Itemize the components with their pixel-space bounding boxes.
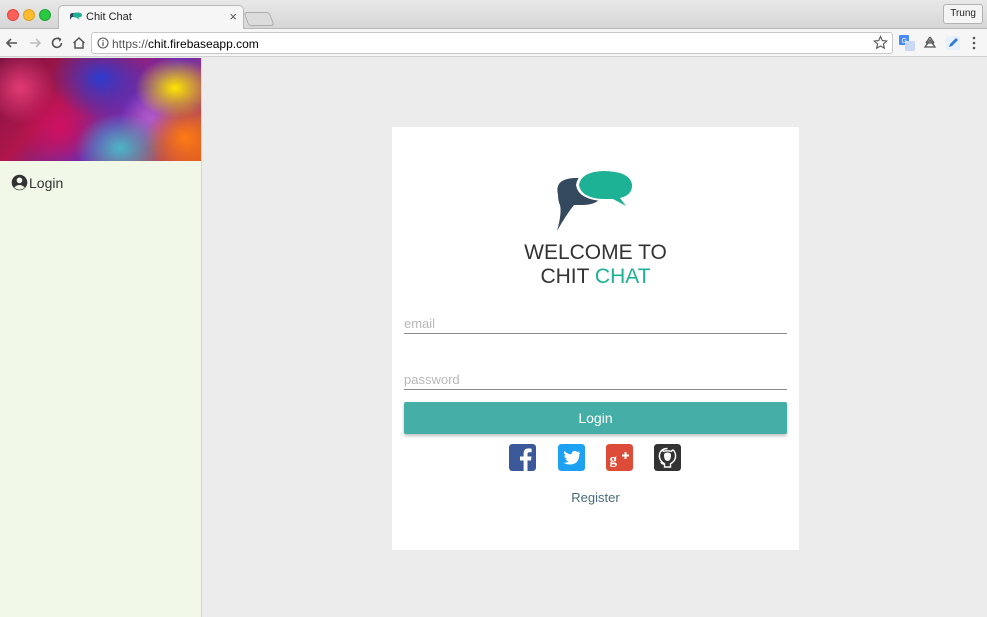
welcome-heading: WELCOME TO: [524, 241, 667, 264]
google-plus-icon[interactable]: g: [606, 444, 633, 471]
window-minimize-button[interactable]: [23, 9, 35, 21]
window-maximize-button[interactable]: [39, 9, 51, 21]
chat-bubble-logo-icon: [557, 169, 635, 231]
address-bar[interactable]: https://chit.firebaseapp.com: [91, 32, 893, 54]
sidebar-login-label: Login: [29, 175, 64, 191]
tab-close-icon[interactable]: ×: [229, 9, 237, 24]
profile-button[interactable]: Trung: [943, 4, 983, 24]
svg-text:g: g: [610, 452, 618, 468]
password-field[interactable]: [404, 370, 787, 390]
register-link[interactable]: Register: [392, 490, 799, 505]
new-tab-button[interactable]: [243, 12, 275, 26]
chat-favicon-icon: [70, 12, 82, 20]
translate-extension-icon[interactable]: G: [899, 35, 915, 51]
recycle-extension-icon[interactable]: [922, 35, 938, 51]
app-name-heading: CHIT CHAT: [392, 265, 799, 289]
account-circle-icon: [11, 174, 28, 191]
svg-text:G: G: [902, 38, 907, 45]
browser-tab[interactable]: Chit Chat ×: [58, 5, 244, 30]
tab-title: Chit Chat: [86, 11, 132, 23]
home-icon[interactable]: [70, 34, 88, 52]
app-name-chit: CHIT: [540, 265, 595, 288]
twitter-icon[interactable]: [558, 444, 585, 471]
sidebar-banner-image: [0, 58, 201, 161]
info-icon[interactable]: [97, 37, 109, 49]
sidebar: Login: [0, 58, 202, 617]
url-text: https://chit.firebaseapp.com: [112, 37, 259, 51]
browser-titlebar: Chit Chat × Trung: [0, 0, 987, 30]
facebook-icon[interactable]: [509, 444, 536, 471]
reload-icon[interactable]: [48, 34, 66, 52]
browser-toolbar: https://chit.firebaseapp.com G: [0, 29, 987, 57]
app-name-chat: CHAT: [594, 265, 651, 288]
url-scheme: https://: [112, 37, 149, 51]
window-close-button[interactable]: [7, 9, 19, 21]
back-arrow-icon[interactable]: [3, 34, 21, 52]
github-icon[interactable]: [654, 444, 681, 471]
menu-kebab-icon[interactable]: [966, 35, 982, 51]
edit-extension-icon[interactable]: [945, 35, 961, 51]
url-host: chit.firebaseapp.com: [148, 37, 259, 51]
login-button[interactable]: Login: [404, 402, 787, 434]
page-content: Login WELCOME TO CHIT CHAT Login g: [0, 58, 987, 617]
bookmark-star-icon[interactable]: [873, 35, 888, 50]
login-card: WELCOME TO CHIT CHAT Login g Register: [392, 127, 799, 550]
email-field[interactable]: [404, 314, 787, 334]
forward-arrow-icon[interactable]: [26, 34, 44, 52]
